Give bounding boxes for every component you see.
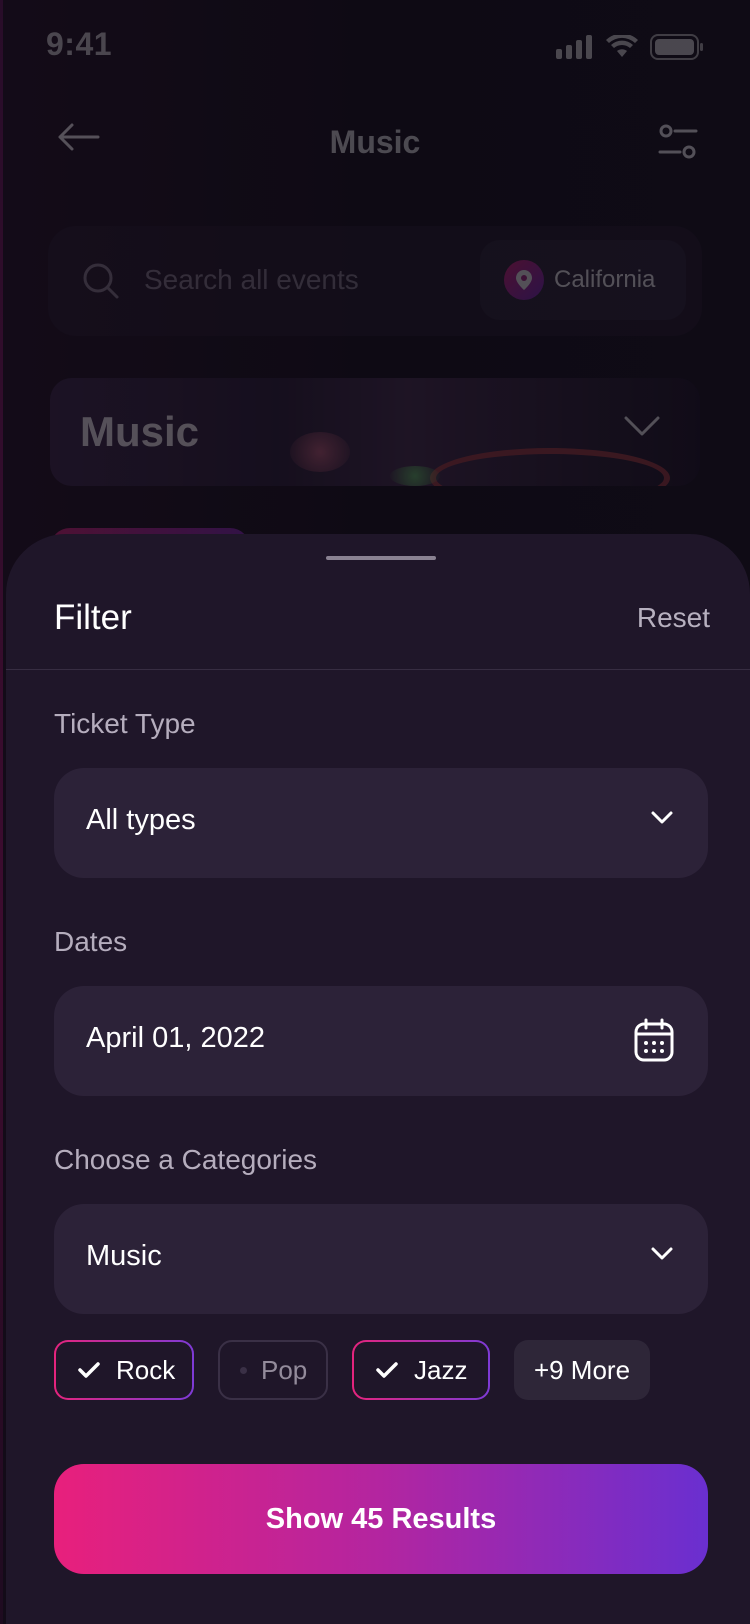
date-value: April 01, 2022: [86, 1022, 265, 1054]
ticket-type-value: All types: [86, 804, 196, 836]
ticket-type-dropdown[interactable]: All types: [54, 768, 708, 878]
chip-more[interactable]: +9 More: [514, 1340, 650, 1400]
dates-label: Dates: [54, 926, 128, 957]
dot-icon: [240, 1366, 247, 1374]
reset-button[interactable]: Reset: [637, 602, 710, 634]
sheet-title: Filter: [54, 598, 132, 637]
chip-pop[interactable]: Pop: [218, 1340, 328, 1400]
ticket-type-label: Ticket Type: [54, 708, 196, 739]
app-screen: 9:41 Music Search all events California …: [0, 0, 750, 1624]
chevron-down-icon: [651, 1247, 673, 1260]
chip-label: +9 More: [533, 1354, 631, 1385]
chip-rock[interactable]: Rock: [54, 1340, 194, 1400]
check-icon: [376, 1362, 398, 1378]
categories-label: Choose a Categories: [54, 1144, 318, 1175]
show-results-button[interactable]: Show 45 Results: [54, 1464, 708, 1574]
calendar-icon[interactable]: [634, 1018, 674, 1062]
chip-label: Rock: [116, 1354, 176, 1385]
date-picker-field[interactable]: April 01, 2022: [54, 986, 708, 1096]
divider: [6, 669, 750, 670]
chevron-down-icon: [651, 811, 673, 824]
category-value: Music: [86, 1240, 162, 1272]
category-dropdown[interactable]: Music: [54, 1204, 708, 1314]
check-icon: [78, 1362, 100, 1378]
chip-label: Jazz: [414, 1354, 468, 1385]
chip-jazz[interactable]: Jazz: [352, 1340, 490, 1400]
chip-label: Pop: [261, 1354, 308, 1385]
sheet-drag-handle[interactable]: [326, 556, 436, 560]
